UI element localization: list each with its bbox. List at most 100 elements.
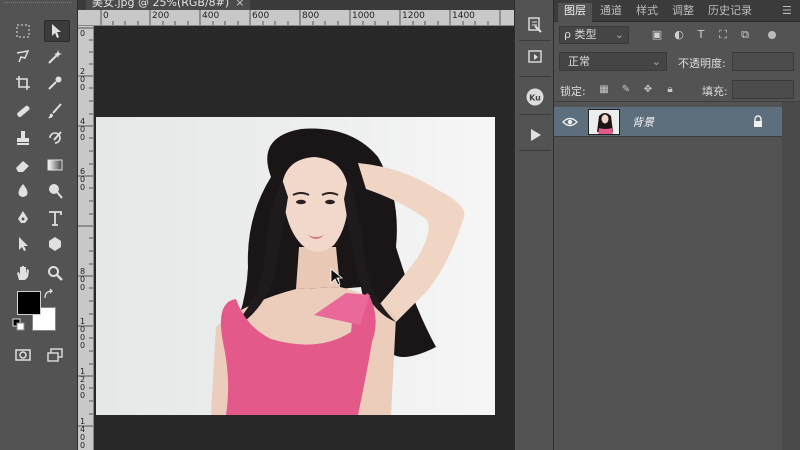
horizontal-ruler[interactable]: 0 200 400 600 800 1000 1200 1400 [78,10,514,26]
layers-panel: 图层 通道 样式 调整 历史记录 ☰ ρ 类型 ⌄ ▣ ◐ T ⛶ ⧉ 正常 ⌄ 不… [554,0,800,450]
document-tab-title: 美女.jpg @ 25%(RGB/8#) [92,0,230,9]
shape-tool-icon[interactable] [44,233,66,255]
blend-mode-select[interactable]: 正常 ⌄ [559,52,667,71]
default-colors-icon[interactable] [12,318,26,332]
lock-transparent-icon[interactable]: ▦ [598,84,610,96]
tab-channels[interactable]: 通道 [600,4,622,22]
filter-type-label: ρ 类型 [564,28,597,41]
layer-name[interactable]: 背景 [632,114,654,130]
opacity-label: 不透明度: [678,57,726,70]
tab-history[interactable]: 历史记录 [708,4,752,22]
adjustment-filter-icon[interactable]: ◐ [672,28,686,42]
layer-filter-select[interactable]: ρ 类型 ⌄ [559,26,629,44]
lock-image-icon[interactable]: ✎ [620,84,632,96]
quick-mask-icon[interactable] [12,344,34,366]
fill-field[interactable] [732,80,794,99]
toolbar-grip[interactable] [4,2,72,10]
lock-all-icon[interactable]: 🔒︎ [664,84,676,96]
panel-divider [519,76,551,77]
ruler-label: 800 [302,11,320,21]
pen-tool-icon[interactable] [12,207,34,229]
eye-icon[interactable] [562,115,578,129]
ruler-label: 600 [252,11,270,21]
spot-healing-tool-icon[interactable] [12,100,34,122]
vertical-ruler[interactable]: 0 2 0 0 4 0 0 6 0 0 8 0 0 1 0 0 0 1 2 0 … [78,26,94,450]
layer-thumbnail [588,109,620,135]
lasso-tool-icon[interactable] [12,46,34,68]
gradient-tool-icon[interactable] [44,154,66,176]
crop-tool-icon[interactable] [12,72,34,94]
panel-tab-bar: 图层 通道 样式 调整 历史记录 ☰ [554,0,800,22]
lock-icon [752,115,764,128]
document-window: 美女.jpg @ 25%(RGB/8#) × 0 200 400 600 800 … [78,0,514,450]
move-tool-icon[interactable] [44,20,70,42]
lock-label: 锁定: [560,85,586,98]
type-filter-icon[interactable]: T [694,28,708,42]
panel-divider [519,150,551,151]
actions-panel-icon[interactable] [524,46,546,68]
swap-colors-icon[interactable] [42,288,56,302]
ruler-label: 400 [202,11,220,21]
blur-tool-icon[interactable] [12,180,34,202]
marquee-tool-icon[interactable] [12,20,34,42]
zoom-tool-icon[interactable] [44,262,66,284]
lock-row: 锁定: ▦ ✎ ✥ 🔒︎ 填充: [554,78,800,102]
photo-canvas[interactable] [96,117,495,415]
tab-styles[interactable]: 样式 [636,4,658,22]
panel-menu-icon[interactable]: ☰ [782,4,792,22]
filter-toggle-icon[interactable] [768,31,776,39]
ruler-label: 200 [152,11,170,21]
dodge-tool-icon[interactable] [44,180,66,202]
pixel-filter-icon[interactable]: ▣ [650,28,664,42]
fill-label: 填充: [702,85,728,98]
history-brush-tool-icon[interactable] [44,127,66,149]
clone-stamp-tool-icon[interactable] [12,127,34,149]
ku-icon[interactable]: Ku [524,86,546,108]
ruler-label: 1 0 0 0 [80,317,86,350]
tab-layers[interactable]: 图层 [558,3,592,22]
panel-divider [519,40,551,41]
ku-icon-label: Ku [529,94,541,103]
document-tab-bar: 美女.jpg @ 25%(RGB/8#) × [78,0,514,10]
smart-object-filter-icon[interactable]: ⧉ [738,28,752,42]
brush-tool-icon[interactable] [44,100,66,122]
woman-portrait-image [211,128,465,415]
type-tool-icon[interactable] [44,207,66,229]
ruler-label: 0 [103,11,109,21]
shape-filter-icon[interactable]: ⛶ [716,28,730,42]
close-icon[interactable]: × [235,0,244,9]
layer-filter-row: ρ 类型 ⌄ ▣ ◐ T ⛶ ⧉ [554,22,800,48]
history-panel-icon[interactable] [524,14,546,36]
blend-mode-row: 正常 ⌄ 不透明度: [554,50,800,74]
path-selection-tool-icon[interactable] [12,233,34,255]
chevron-down-icon: ⌄ [651,55,661,68]
ruler-label: 8 0 0 [80,267,86,292]
blend-mode-value: 正常 [568,55,590,68]
ruler-label: 1000 [352,11,375,21]
document-tab[interactable]: 美女.jpg @ 25%(RGB/8#) × [86,0,251,10]
lock-position-icon[interactable]: ✥ [642,84,654,96]
ruler-label: 1200 [402,11,425,21]
screen-mode-icon[interactable] [44,344,66,366]
ruler-label: 1 2 0 0 [80,367,86,400]
layers-scrollbar[interactable] [782,102,800,450]
magic-wand-tool-icon[interactable] [44,46,66,68]
eraser-tool-icon[interactable] [12,154,34,176]
tab-adjustments[interactable]: 调整 [672,4,694,22]
chevron-down-icon: ⌄ [614,28,624,41]
eyedropper-tool-icon[interactable] [44,72,66,94]
panel-divider [519,114,551,115]
tools-panel [0,0,78,450]
ruler-label: 0 [80,29,86,38]
opacity-field[interactable] [732,52,794,71]
ruler-label: 1400 [452,11,475,21]
layer-row-background[interactable]: 背景 [554,107,782,137]
play-icon[interactable] [524,124,546,146]
hand-tool-icon[interactable] [12,262,34,284]
ruler-label: 4 0 0 [80,117,86,142]
foreground-color-swatch[interactable] [17,291,41,315]
ruler-label: 2 0 0 [80,67,86,92]
collapsed-panels-dock: Ku [514,0,554,450]
ruler-label: 1 4 0 0 [80,417,86,450]
ruler-label: 6 0 0 [80,167,86,192]
